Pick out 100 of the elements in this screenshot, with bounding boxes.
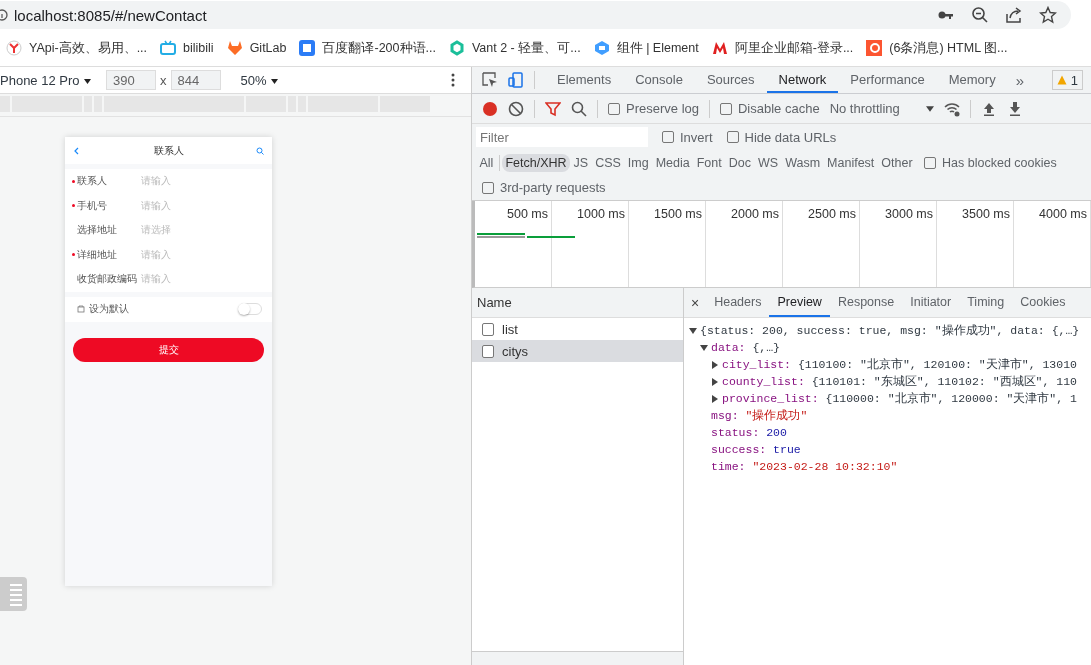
detail-tab[interactable]: Timing — [959, 288, 1013, 317]
time-tick-label: 1000 ms — [577, 207, 625, 221]
type-filter-button[interactable]: Other — [877, 153, 917, 172]
warnings-badge[interactable]: 1 — [1051, 70, 1083, 90]
time-tick-label: 4000 ms — [1039, 207, 1087, 221]
time-tick-label: 2000 ms — [731, 207, 779, 221]
devtools-tab[interactable]: Memory — [936, 67, 1008, 93]
bookmark-link[interactable]: 阿里企业邮箱-登录... — [734, 39, 854, 57]
bookmark-link[interactable]: Vant 2 - 轻量、可... — [471, 39, 581, 57]
devtools-tab[interactable]: Sources — [694, 67, 767, 93]
field-label: 选择地址 — [77, 223, 118, 238]
collapsed-triangle-icon[interactable] — [710, 393, 720, 404]
zoom-out-icon[interactable] — [971, 6, 989, 24]
bookmark-favicon-icon[interactable] — [711, 40, 728, 56]
type-filter-button[interactable]: JS — [570, 153, 592, 172]
bookmark-favicon-icon[interactable] — [866, 40, 883, 56]
more-tabs-button[interactable]: » — [1007, 67, 1032, 93]
search-icon[interactable] — [571, 100, 587, 117]
submit-button[interactable]: 提交 — [73, 337, 264, 362]
record-icon[interactable] — [482, 100, 498, 117]
json-key: province_list: — [722, 392, 819, 405]
type-filter-button[interactable]: Media — [652, 153, 694, 172]
height-field[interactable]: 844 — [170, 70, 221, 90]
bookmark-favicon-icon[interactable] — [299, 40, 316, 56]
address-bar-url[interactable]: localhost:8085/#/newContact — [14, 6, 207, 24]
time-tick-label: 500 ms — [507, 207, 548, 221]
bookmark-favicon-icon[interactable] — [226, 40, 243, 56]
type-filter-button[interactable]: Font — [693, 153, 726, 172]
json-key: county_list: — [722, 375, 805, 388]
field-label: 联系人 — [77, 174, 108, 189]
warning-count: 1 — [1070, 72, 1078, 88]
checkbox[interactable] — [662, 131, 674, 143]
device-toggle-icon[interactable] — [508, 72, 524, 88]
share-icon[interactable] — [1005, 6, 1023, 24]
checkbox-label: Has blocked cookies — [942, 155, 1057, 170]
checkbox[interactable] — [924, 156, 937, 169]
device-select[interactable]: Phone 12 Pro — [0, 72, 98, 88]
warning-icon — [1056, 75, 1067, 85]
request-row[interactable]: list — [472, 318, 683, 340]
bookmark-link[interactable]: bilibili — [183, 41, 214, 55]
detail-tab[interactable]: Preview — [769, 288, 830, 317]
bookmark-link[interactable]: 百度翻译-200种语... — [322, 39, 436, 57]
bookmark-link[interactable]: GitLab — [249, 41, 287, 55]
collapsed-triangle-icon[interactable] — [710, 376, 720, 387]
type-filter-button[interactable]: Wasm — [781, 153, 824, 172]
json-value: {110000: "北京市", 120000: "天津市", 1 — [825, 391, 1077, 406]
type-filter-button[interactable]: CSS — [591, 153, 625, 172]
devtools-tab[interactable]: Performance — [838, 67, 937, 93]
type-filter-button[interactable]: All — [476, 153, 497, 172]
detail-tab[interactable]: Response — [829, 288, 903, 317]
filter-icon[interactable] — [545, 100, 561, 117]
json-value: 200 — [766, 426, 787, 439]
type-filter-button[interactable]: Manifest — [823, 153, 878, 172]
json-value: true — [773, 443, 801, 456]
close-button[interactable]: × — [684, 288, 707, 317]
collapsed-triangle-icon[interactable] — [710, 359, 720, 370]
more-options-icon[interactable] — [451, 73, 455, 87]
devtools-tab[interactable]: Console — [623, 67, 695, 93]
bookmark-favicon-icon[interactable] — [448, 40, 465, 56]
caret-icon — [925, 105, 934, 113]
bookmark-link[interactable]: (6条消息) HTML 图... — [889, 39, 1008, 57]
clear-icon[interactable] — [508, 100, 524, 117]
field-label: 手机号 — [77, 198, 108, 213]
search-icon[interactable] — [256, 146, 264, 155]
type-filter-button[interactable]: Fetch/XHR — [501, 153, 571, 172]
switch-label: 设为默认 — [89, 302, 129, 316]
star-icon[interactable] — [1039, 6, 1057, 24]
devtools-tab[interactable]: Elements — [545, 67, 624, 93]
width-field[interactable]: 390 — [106, 70, 156, 90]
request-name: list — [502, 321, 518, 337]
bookmark-favicon-icon[interactable] — [593, 40, 610, 56]
detail-tab[interactable]: Cookies — [1012, 288, 1074, 317]
expanded-triangle-icon[interactable] — [699, 342, 709, 353]
json-value: {110100: "北京市", 120100: "天津市", 13010 — [797, 357, 1077, 372]
checkbox[interactable] — [720, 102, 732, 115]
type-filter-button[interactable]: Img — [624, 153, 653, 172]
checkbox[interactable] — [726, 131, 739, 143]
filter-field[interactable]: Filter — [476, 127, 648, 147]
expanded-triangle-icon[interactable] — [688, 325, 698, 336]
checkbox[interactable] — [482, 181, 494, 194]
zoom-select[interactable]: 50% — [240, 72, 278, 88]
dimension-separator: x — [160, 72, 167, 88]
bookmark-link[interactable]: YApi-高效、易用、... — [29, 39, 148, 57]
back-icon[interactable] — [73, 146, 81, 155]
checkbox[interactable] — [608, 102, 620, 115]
column-header[interactable]: Name — [477, 295, 512, 310]
json-key: msg: — [711, 409, 739, 422]
json-key: success: — [711, 443, 767, 456]
json-value: {110101: "东城区", 110102: "西城区", 110 — [811, 374, 1077, 389]
throttling-select[interactable]: No throttling — [829, 101, 934, 116]
detail-tab[interactable]: Initiator — [902, 288, 960, 317]
inspect-icon[interactable] — [482, 72, 498, 88]
bookmark-favicon-icon[interactable] — [160, 40, 177, 56]
detail-tab[interactable]: Headers — [706, 288, 770, 317]
network-conditions-icon[interactable] — [943, 100, 960, 117]
type-filter-button[interactable]: Doc — [725, 153, 755, 172]
bookmark-link[interactable]: 组件 | Element — [616, 39, 699, 57]
request-row[interactable]: citys — [472, 340, 683, 362]
type-filter-button[interactable]: WS — [754, 153, 782, 172]
bookmark-favicon-icon[interactable] — [6, 40, 22, 56]
